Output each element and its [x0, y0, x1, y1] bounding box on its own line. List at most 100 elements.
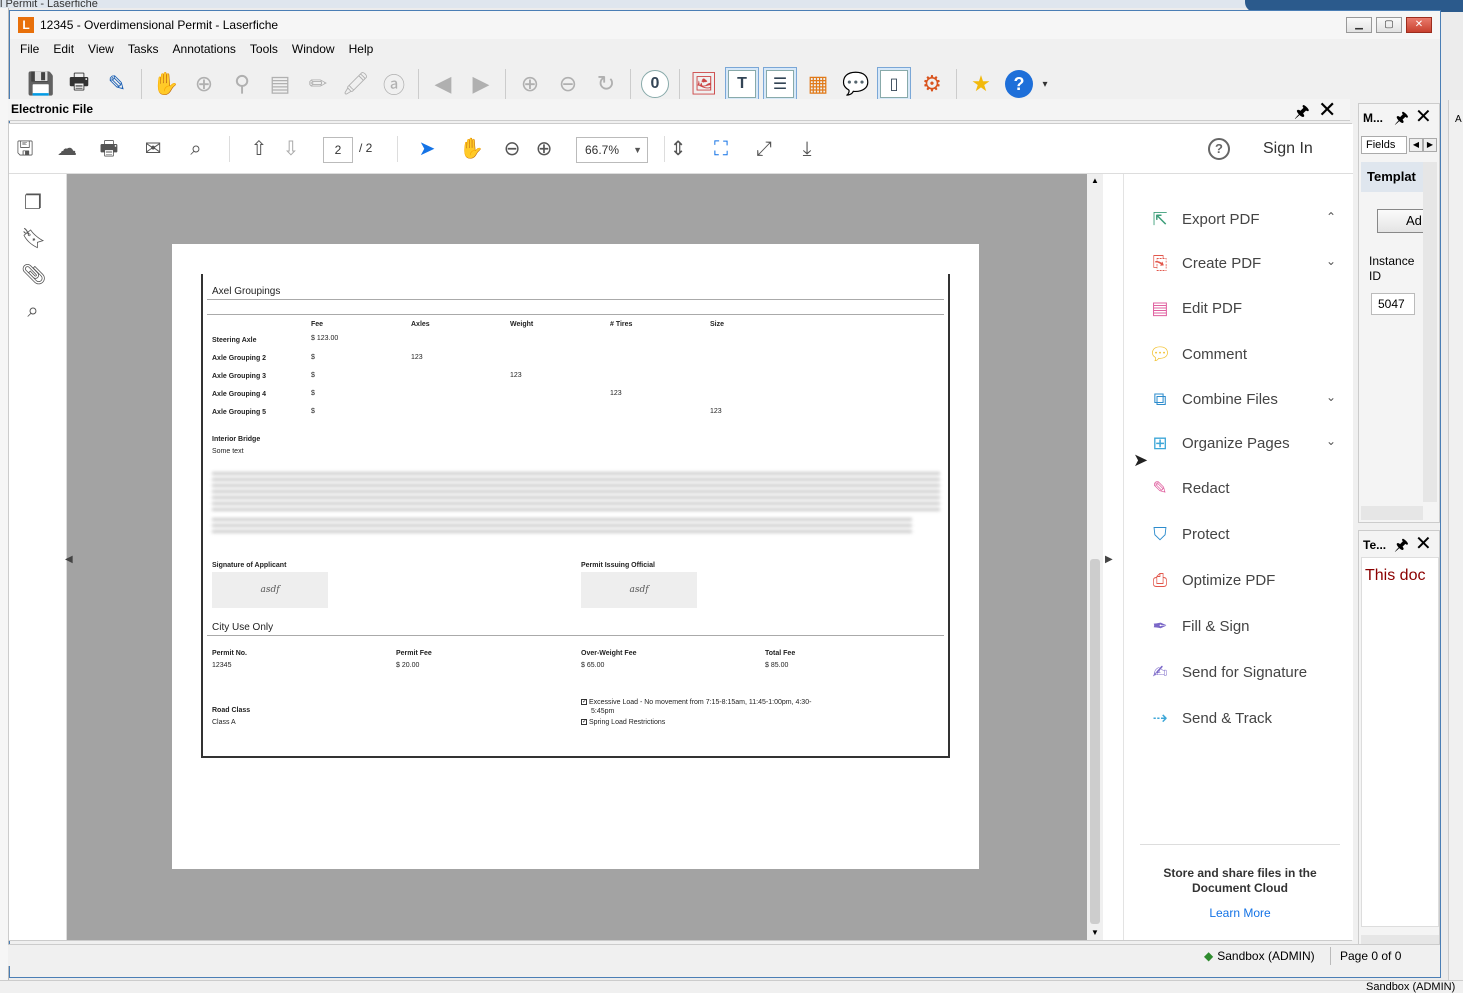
scroll-up-icon[interactable]: ▲: [1091, 176, 1099, 185]
print-icon[interactable]: 🖶: [97, 137, 121, 161]
fields-view-icon[interactable]: ☰: [763, 67, 797, 101]
add-button[interactable]: Ad: [1377, 209, 1427, 233]
maximize-button[interactable]: ▢: [1376, 17, 1402, 33]
annotations-list-icon[interactable]: 💬: [839, 67, 873, 101]
search-icon[interactable]: ⌕: [21, 300, 45, 324]
refresh-icon[interactable]: ↻: [589, 67, 623, 101]
tab-scroll-left-icon[interactable]: ◀: [1409, 138, 1423, 152]
tool-protect[interactable]: ⛉ Protect: [1148, 519, 1348, 549]
page-number-input[interactable]: 2: [323, 137, 353, 163]
metadata-horizontal-scrollbar[interactable]: [1361, 506, 1423, 520]
scrollbar-thumb[interactable]: [1090, 559, 1100, 924]
fit-page-icon[interactable]: ⛶: [709, 137, 733, 161]
scan-icon[interactable]: ✎: [100, 67, 134, 101]
email-icon[interactable]: ✉: [141, 137, 165, 161]
save-icon[interactable]: 💾: [24, 67, 58, 101]
upload-cloud-icon[interactable]: ☁: [55, 137, 79, 161]
template-header: Templat: [1361, 162, 1423, 192]
text-content-area[interactable]: [1361, 557, 1439, 927]
ocr-icon[interactable]: 0: [638, 67, 672, 101]
remove-page-icon[interactable]: ⊖: [551, 67, 585, 101]
sign-in-link[interactable]: Sign In: [1263, 140, 1313, 158]
zoom-in-icon[interactable]: ⊕: [187, 67, 221, 101]
text-view-icon[interactable]: T: [725, 67, 759, 101]
scroll-down-icon[interactable]: ▼: [1091, 928, 1099, 937]
pin-icon[interactable]: 🖈: [1394, 107, 1409, 134]
collapse-left-arrow-icon[interactable]: ◀: [65, 554, 73, 565]
tool-send-for-signature[interactable]: ✍ Send for Signature: [1148, 657, 1348, 687]
zoom-select[interactable]: 66.7% ▼: [576, 137, 648, 163]
tool-label: Organize Pages: [1182, 434, 1290, 452]
vertical-scrollbar[interactable]: ▲ ▼: [1087, 174, 1103, 940]
tool-export-pdf[interactable]: ⇱ Export PDF ⌃: [1148, 204, 1348, 234]
page-down-icon[interactable]: ⇩: [279, 137, 303, 161]
tool-fill-sign[interactable]: ✒ Fill & Sign: [1148, 611, 1348, 641]
menu-window[interactable]: Window: [292, 42, 335, 56]
menu-annotations[interactable]: Annotations: [173, 42, 236, 56]
image-view-icon[interactable]: 🖼: [687, 67, 721, 101]
tool-optimize-pdf[interactable]: ⎙ Optimize PDF: [1148, 565, 1348, 595]
tool-redact[interactable]: ✎ Redact: [1148, 473, 1348, 503]
tool-create-pdf[interactable]: ⎘ Create PDF ⌄: [1148, 248, 1348, 278]
highlighter-icon[interactable]: 🖍: [339, 67, 373, 101]
pan-hand-icon[interactable]: ✋: [149, 67, 183, 101]
help-icon[interactable]: ?: [1002, 67, 1036, 101]
menu-tasks[interactable]: Tasks: [128, 42, 159, 56]
menu-edit[interactable]: Edit: [53, 42, 74, 56]
pen-icon[interactable]: ✏: [301, 67, 335, 101]
chevron-down-icon[interactable]: ⌄: [1326, 254, 1336, 268]
tab-scroll-right-icon[interactable]: ▶: [1423, 138, 1437, 152]
read-mode-icon[interactable]: ⤓: [795, 137, 819, 161]
select-cursor-icon[interactable]: ➤: [415, 137, 439, 161]
scroll-mode-icon[interactable]: ⇕: [666, 137, 690, 161]
menu-file[interactable]: File: [20, 42, 39, 56]
menu-help[interactable]: Help: [349, 42, 374, 56]
close-pane-icon[interactable]: ✕: [1318, 97, 1336, 123]
settings-gear-icon[interactable]: ⚙: [915, 67, 949, 101]
chevron-down-icon[interactable]: ⌄: [1326, 390, 1336, 404]
hand-tool-icon[interactable]: ✋: [459, 137, 484, 161]
print-icon[interactable]: 🖶: [62, 67, 96, 101]
tab-fields[interactable]: Fields: [1361, 136, 1407, 154]
tool-label: Optimize PDF: [1182, 571, 1276, 589]
metadata-vertical-scrollbar[interactable]: [1423, 162, 1437, 502]
next-page-icon[interactable]: ▶: [464, 67, 498, 101]
bookmark-icon[interactable]: 🔖︎: [21, 226, 46, 250]
zoom-out-icon[interactable]: ⊖: [500, 137, 524, 161]
full-screen-icon[interactable]: ⤢: [752, 137, 776, 161]
learn-more-link[interactable]: Learn More: [1140, 906, 1340, 920]
page-up-icon[interactable]: ⇧: [247, 137, 271, 161]
help-circle-icon[interactable]: ?: [1208, 138, 1230, 160]
close-icon[interactable]: ✕: [1415, 531, 1432, 556]
tool-organize-pages[interactable]: ⊞ Organize Pages ⌄: [1148, 428, 1348, 458]
tool-send-track[interactable]: ⇢ Send & Track: [1148, 703, 1348, 733]
tool-combine-files[interactable]: ⧉ Combine Files ⌄: [1148, 384, 1348, 414]
instance-id-field[interactable]: 5047: [1371, 293, 1415, 315]
tool-edit-pdf[interactable]: ▤ Edit PDF: [1148, 293, 1348, 323]
tool-comment[interactable]: 💬︎ Comment: [1148, 339, 1348, 369]
previous-page-icon[interactable]: ◀: [426, 67, 460, 101]
thumbnails-icon[interactable]: ▦: [801, 67, 835, 101]
add-page-icon[interactable]: ⊕: [513, 67, 547, 101]
chevron-down-icon[interactable]: ⌄: [1326, 434, 1336, 448]
zoom-in-icon[interactable]: ⊕: [532, 137, 556, 161]
search-icon[interactable]: ⌕: [184, 137, 208, 161]
stamp-icon[interactable]: ⚲: [225, 67, 259, 101]
menu-tools[interactable]: Tools: [250, 42, 278, 56]
close-window-button[interactable]: ✕: [1406, 17, 1432, 33]
collapse-right-arrow-icon[interactable]: ▶: [1105, 554, 1113, 565]
text-annotation-icon[interactable]: ⓐ: [377, 67, 411, 101]
chevron-up-icon[interactable]: ⌃: [1326, 210, 1336, 224]
close-icon[interactable]: ✕: [1415, 104, 1432, 129]
menu-view[interactable]: View: [88, 42, 114, 56]
sticky-note-icon[interactable]: ▤: [263, 67, 297, 101]
help-dropdown-icon[interactable]: ▾: [1040, 67, 1050, 101]
save-file-icon[interactable]: 🖫: [13, 137, 37, 161]
minimize-button[interactable]: ▁: [1346, 17, 1372, 33]
attachment-icon[interactable]: 📎︎: [21, 262, 46, 286]
navigation-rail: ❐ 🔖︎ 📎︎ ⌕: [9, 174, 67, 940]
favorite-star-icon[interactable]: ★: [964, 67, 998, 101]
document-canvas[interactable]: Axel Groupings Fee Axles Weight # Tires …: [67, 174, 1087, 940]
electronic-file-icon[interactable]: ▯: [877, 67, 911, 101]
page-thumbnails-icon[interactable]: ❐: [21, 190, 45, 214]
